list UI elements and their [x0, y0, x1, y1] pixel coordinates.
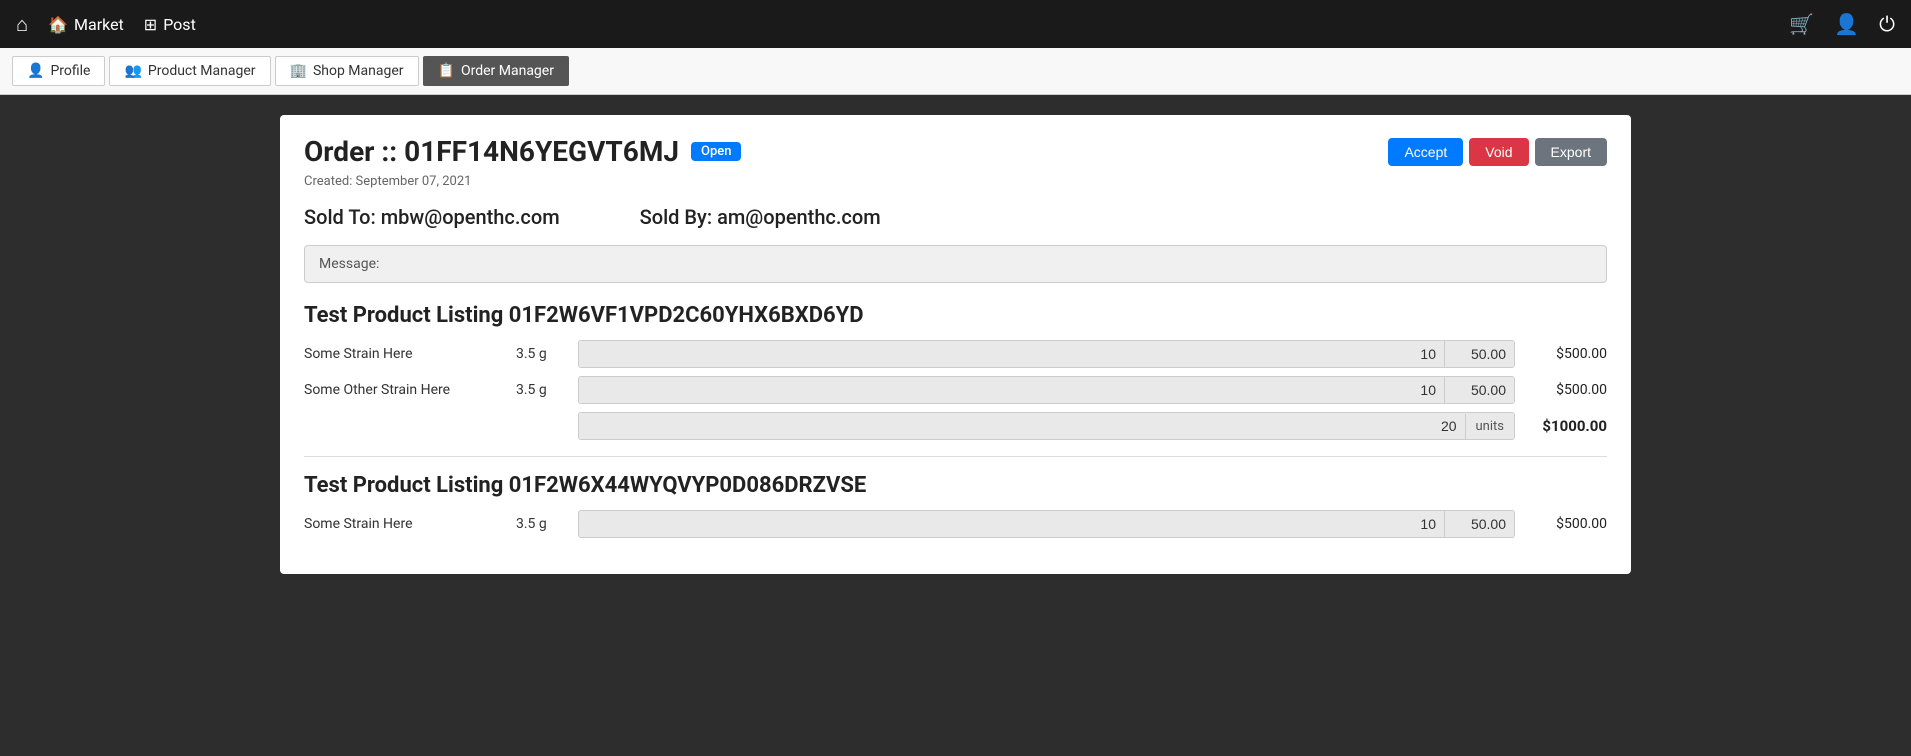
line-item-name: Some Strain Here [304, 346, 504, 362]
product-manager-icon: 👥 [124, 63, 141, 79]
subtotal-row-1: units $1000.00 [304, 412, 1607, 440]
order-created: Created: September 07, 2021 [304, 174, 1607, 189]
subtotal-total: $1000.00 [1527, 417, 1607, 435]
power-icon[interactable]: ⏻ [1879, 12, 1895, 36]
line-item-1-2: Some Other Strain Here 3.5 g $500.00 [304, 376, 1607, 404]
shop-manager-icon: 🏢 [290, 63, 307, 79]
line-item-2-1: Some Strain Here 3.5 g $500.00 [304, 510, 1607, 538]
void-button[interactable]: Void [1469, 138, 1528, 166]
main-content: Order :: 01FF14N6YEGVT6MJ Open Accept Vo… [0, 95, 1911, 594]
order-header: Order :: 01FF14N6YEGVT6MJ Open Accept Vo… [304, 135, 1607, 168]
product-listing-title-2: Test Product Listing 01F2W6X44WYQVYP0D08… [304, 473, 1607, 498]
line-item-inputs [578, 510, 1515, 538]
tab-profile[interactable]: 👤 Profile [12, 56, 105, 86]
tab-bar: 👤 Profile 👥 Product Manager 🏢 Shop Manag… [0, 48, 1911, 95]
units-label: units [1465, 414, 1514, 439]
sold-to: Sold To: mbw@openthc.com [304, 205, 560, 229]
subtotal-qty-input[interactable] [579, 413, 1465, 439]
order-title: Order :: 01FF14N6YEGVT6MJ [304, 135, 679, 168]
price-input[interactable] [1444, 341, 1514, 367]
message-label: Message: [319, 256, 379, 272]
line-item-name: Some Other Strain Here [304, 382, 504, 398]
sold-by: Sold By: am@openthc.com [640, 205, 881, 229]
cart-icon[interactable]: 🛒 [1789, 12, 1814, 36]
line-item-inputs [578, 340, 1515, 368]
message-box: Message: [304, 245, 1607, 283]
order-actions: Accept Void Export [1388, 138, 1607, 166]
user-icon[interactable]: 👤 [1834, 12, 1859, 36]
price-input[interactable] [1444, 511, 1514, 537]
line-item-weight: 3.5 g [516, 382, 566, 398]
home-icon: ⌂ [16, 12, 28, 37]
line-item-total: $500.00 [1527, 382, 1607, 398]
market-label: Market [74, 15, 124, 34]
market-nav-item[interactable]: 🏠 Market [48, 15, 124, 34]
line-item-total: $500.00 [1527, 346, 1607, 362]
qty-input[interactable] [579, 511, 1444, 537]
product-section-1: Test Product Listing 01F2W6VF1VPD2C60YHX… [304, 303, 1607, 440]
order-manager-icon: 📋 [438, 63, 455, 79]
line-item-weight: 3.5 g [516, 516, 566, 532]
home-nav-item[interactable]: ⌂ [16, 12, 28, 37]
accept-button[interactable]: Accept [1388, 138, 1463, 166]
product-section-2: Test Product Listing 01F2W6X44WYQVYP0D08… [304, 456, 1607, 538]
top-nav: ⌂ 🏠 Market ⊞ Post 🛒 👤 ⏻ [0, 0, 1911, 48]
subtotal-inputs: units [578, 412, 1515, 440]
price-input[interactable] [1444, 377, 1514, 403]
market-icon: 🏠 [48, 15, 68, 34]
line-item-name: Some Strain Here [304, 516, 504, 532]
status-badge: Open [691, 142, 741, 161]
line-item-weight: 3.5 g [516, 346, 566, 362]
line-item-1-1: Some Strain Here 3.5 g $500.00 [304, 340, 1607, 368]
profile-icon: 👤 [27, 63, 44, 79]
line-item-inputs [578, 376, 1515, 404]
tab-shop-manager[interactable]: 🏢 Shop Manager [275, 56, 419, 86]
line-item-total: $500.00 [1527, 516, 1607, 532]
order-parties: Sold To: mbw@openthc.com Sold By: am@ope… [304, 205, 1607, 229]
qty-input[interactable] [579, 377, 1444, 403]
export-button[interactable]: Export [1535, 138, 1607, 166]
tab-product-manager[interactable]: 👥 Product Manager [109, 56, 270, 86]
tab-order-manager[interactable]: 📋 Order Manager [423, 56, 569, 86]
qty-input[interactable] [579, 341, 1444, 367]
post-nav-item[interactable]: ⊞ Post [144, 15, 196, 34]
order-card: Order :: 01FF14N6YEGVT6MJ Open Accept Vo… [280, 115, 1631, 574]
post-label: Post [163, 15, 196, 34]
product-listing-title-1: Test Product Listing 01F2W6VF1VPD2C60YHX… [304, 303, 1607, 328]
post-icon: ⊞ [144, 15, 157, 34]
